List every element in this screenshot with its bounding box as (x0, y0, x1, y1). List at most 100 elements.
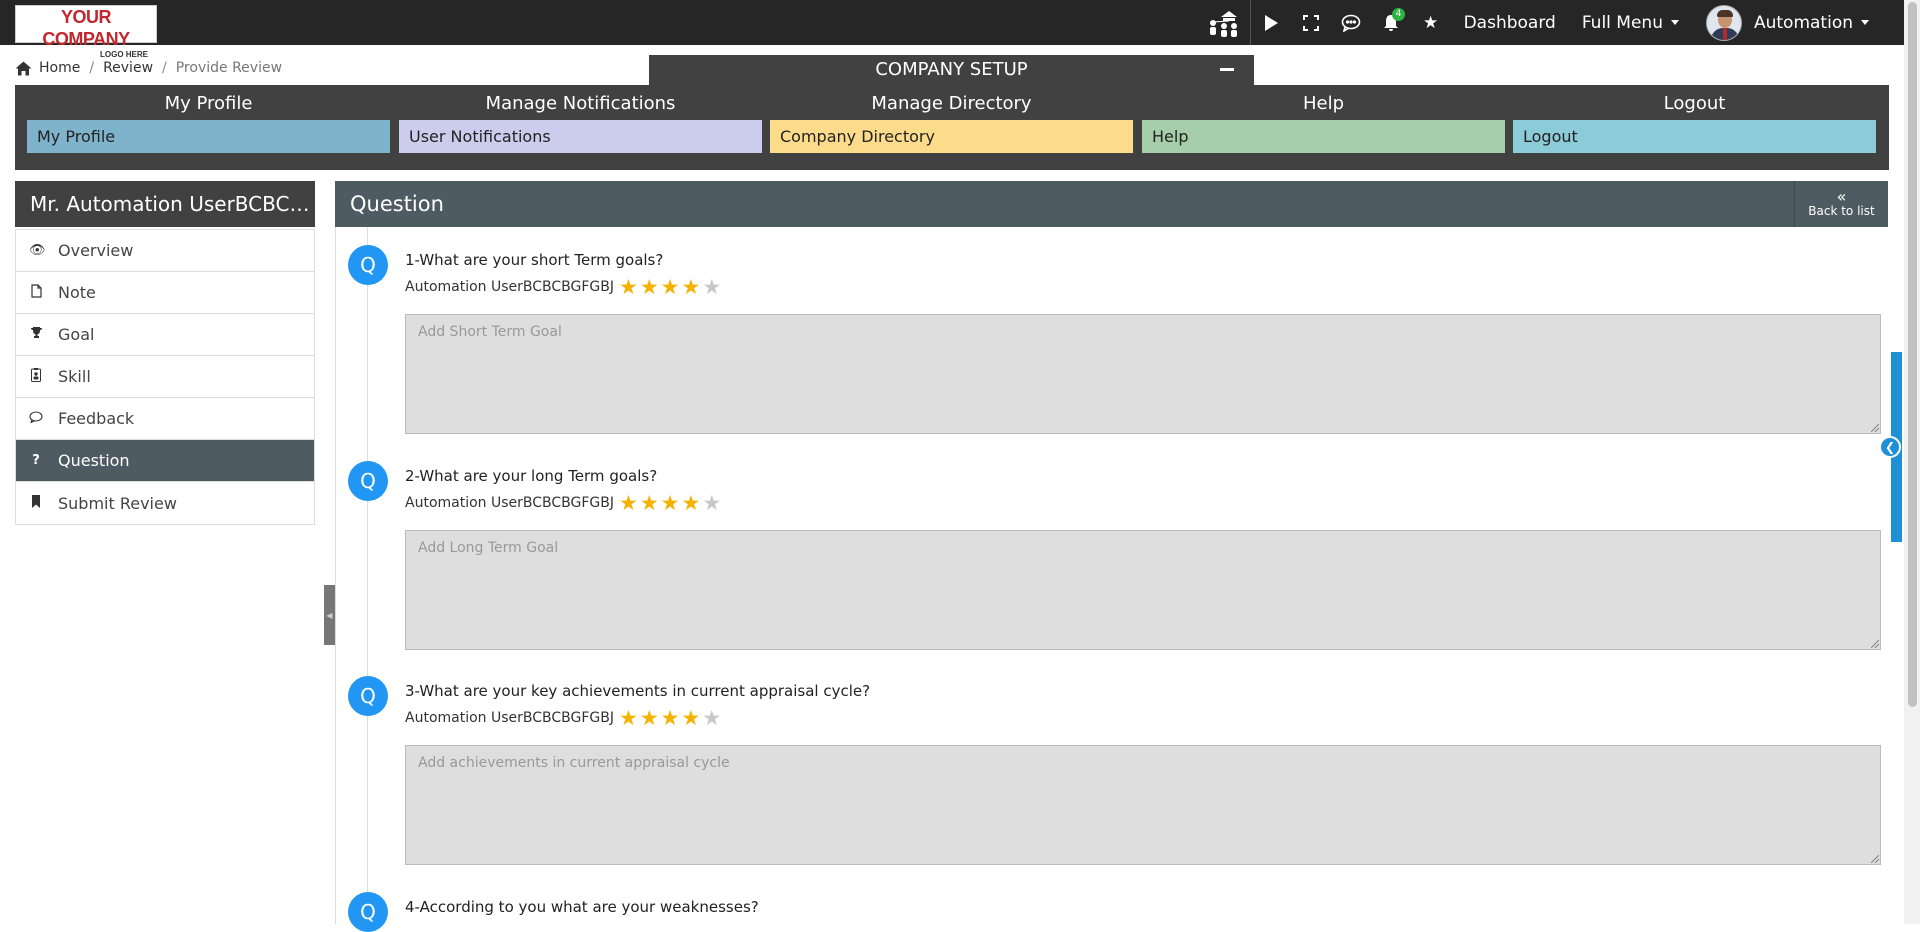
star-icon[interactable]: ★ (682, 277, 701, 298)
my-profile-button[interactable]: My Profile (27, 120, 390, 153)
star-icon[interactable]: ★ (619, 277, 638, 298)
star-rating[interactable]: ★ ★ ★ ★ ★ (619, 277, 723, 298)
minus-icon[interactable] (1220, 68, 1234, 71)
logout-button[interactable]: Logout (1513, 120, 1876, 153)
dashboard-link[interactable]: Dashboard (1464, 13, 1556, 33)
star-rating[interactable]: ★ ★ ★ ★ ★ (619, 708, 723, 729)
sidebar-collapse-handle[interactable]: ◀ (324, 585, 335, 645)
company-directory-button[interactable]: Company Directory (770, 120, 1133, 153)
sidebar-item-label: Submit Review (58, 493, 177, 513)
company-setup-title: COMPANY SETUP (875, 59, 1028, 80)
trophy-icon (29, 326, 43, 343)
help-button[interactable]: Help (1142, 120, 1505, 153)
breadcrumb-home[interactable]: Home (39, 60, 80, 76)
setup-column-notifications: Manage Notifications User Notifications (399, 91, 762, 153)
star-icon[interactable]: ★ (661, 493, 680, 514)
setup-heading: Logout (1663, 93, 1726, 114)
back-to-list-button[interactable]: « Back to list (1794, 181, 1888, 227)
scrollbar-thumb[interactable] (1908, 2, 1917, 707)
star-icon[interactable]: ★ (702, 708, 721, 729)
play-button[interactable] (1251, 0, 1291, 45)
long-term-goal-textarea[interactable]: Add Long Term Goal (405, 530, 1881, 650)
sidebar-item-label: Skill (58, 367, 91, 386)
question-icon: ? (32, 453, 40, 468)
full-menu-dropdown[interactable]: Full Menu (1582, 13, 1679, 33)
star-icon[interactable]: ★ (661, 708, 680, 729)
fullscreen-button[interactable] (1291, 0, 1331, 45)
star-icon[interactable]: ★ (619, 708, 638, 729)
resize-handle[interactable] (1871, 640, 1879, 648)
setup-column-logout: Logout Logout (1513, 91, 1876, 153)
employee-name: Mr. Automation UserBCBCBGFGBJ (15, 181, 315, 227)
sidebar-item-submit-review[interactable]: Submit Review (16, 482, 314, 524)
sidebar-item-overview[interactable]: 👁 Overview (16, 230, 314, 272)
short-term-goal-textarea[interactable]: Add Short Term Goal (405, 314, 1881, 434)
question-list: Q 1-What are your short Term goals? Auto… (335, 227, 1888, 932)
company-setup-panel: My Profile My Profile Manage Notificatio… (15, 85, 1889, 170)
star-icon[interactable]: ★ (640, 277, 659, 298)
favorites-button[interactable]: ★ (1411, 0, 1451, 45)
user-notifications-button[interactable]: User Notifications (399, 120, 762, 153)
play-icon (1264, 14, 1278, 31)
breadcrumb: Home / Review / Provide Review (15, 60, 282, 76)
q-icon: Q (348, 676, 388, 716)
breadcrumb-review[interactable]: Review (103, 60, 153, 76)
question-title: 4-According to you what are your weaknes… (405, 898, 759, 916)
notification-badge: 4 (1391, 8, 1406, 21)
comment-icon (29, 410, 43, 427)
sidebar-item-note[interactable]: Note (16, 272, 314, 314)
star-icon[interactable]: ★ (619, 493, 638, 514)
side-drawer-toggle[interactable]: ❮ (1879, 436, 1901, 458)
chat-icon (1341, 14, 1360, 32)
star-icon[interactable]: ★ (640, 493, 659, 514)
arrow-left-circle-icon: ❮ (1884, 440, 1896, 454)
chevron-down-icon (1670, 20, 1679, 25)
resize-handle[interactable] (1871, 424, 1879, 432)
topnav-right: 4 ★ Dashboard Full Menu Automation (1199, 0, 1882, 45)
org-chart-button[interactable] (1199, 0, 1251, 45)
full-menu-label: Full Menu (1581, 12, 1663, 33)
top-navbar: YOUR COMPANY LOGO HERE 4 ★ Dashboard Ful… (0, 0, 1920, 59)
q-icon: Q (348, 892, 388, 932)
star-icon[interactable]: ★ (702, 277, 721, 298)
sidebar-item-goal[interactable]: Goal (16, 314, 314, 356)
question-title: 2-What are your long Term goals? (405, 467, 658, 485)
star-icon[interactable]: ★ (702, 493, 721, 514)
sidebar-item-feedback[interactable]: Feedback (16, 398, 314, 440)
company-setup-toggle[interactable]: COMPANY SETUP (649, 55, 1254, 85)
setup-heading: Help (1302, 93, 1345, 114)
review-menu: 👁 Overview Note Goal Skill Feedback ? Qu… (15, 229, 315, 525)
star-icon[interactable]: ★ (661, 277, 680, 298)
chevron-left-icon: ◀ (326, 610, 333, 620)
breadcrumb-current: Provide Review (175, 60, 283, 76)
logo-text: YOUR COMPANY (42, 7, 130, 49)
question-panel: Question « Back to list Q 1-What are you… (335, 181, 1888, 932)
chat-button[interactable] (1331, 0, 1371, 45)
company-logo[interactable]: YOUR COMPANY LOGO HERE (15, 5, 157, 59)
sidebar-item-question[interactable]: ? Question (16, 440, 314, 482)
sidebar-item-label: Feedback (58, 409, 135, 428)
star-rating[interactable]: ★ ★ ★ ★ ★ (619, 493, 723, 514)
setup-heading: Manage Notifications (485, 93, 676, 114)
star-icon[interactable]: ★ (682, 493, 701, 514)
sidebar-item-skill[interactable]: Skill (16, 356, 314, 398)
sidebar-item-label: Note (58, 283, 96, 302)
page-scrollbar[interactable] (1904, 0, 1920, 924)
bookmark-icon (29, 494, 43, 512)
page-title: Question (350, 192, 444, 216)
star-icon[interactable]: ★ (682, 708, 701, 729)
textarea-placeholder: Add Short Term Goal (418, 324, 562, 340)
notifications-button[interactable]: 4 (1371, 0, 1411, 45)
avatar[interactable] (1705, 4, 1742, 41)
user-name: Automation (1753, 12, 1853, 33)
star-icon[interactable]: ★ (640, 708, 659, 729)
setup-column-help: Help Help (1142, 91, 1505, 153)
sidebar-item-label: Goal (58, 325, 95, 344)
chevron-down-icon (1861, 20, 1869, 25)
review-sidebar: Mr. Automation UserBCBCBGFGBJ 👁 Overview… (15, 181, 315, 525)
resize-handle[interactable] (1871, 855, 1879, 863)
user-menu-dropdown[interactable]: Automation (1754, 13, 1869, 33)
achievements-textarea[interactable]: Add achievements in current appraisal cy… (405, 745, 1881, 865)
reviewer-name: Automation UserBCBCBGFGBJ (405, 279, 615, 295)
sidebar-item-label: Question (58, 451, 130, 470)
